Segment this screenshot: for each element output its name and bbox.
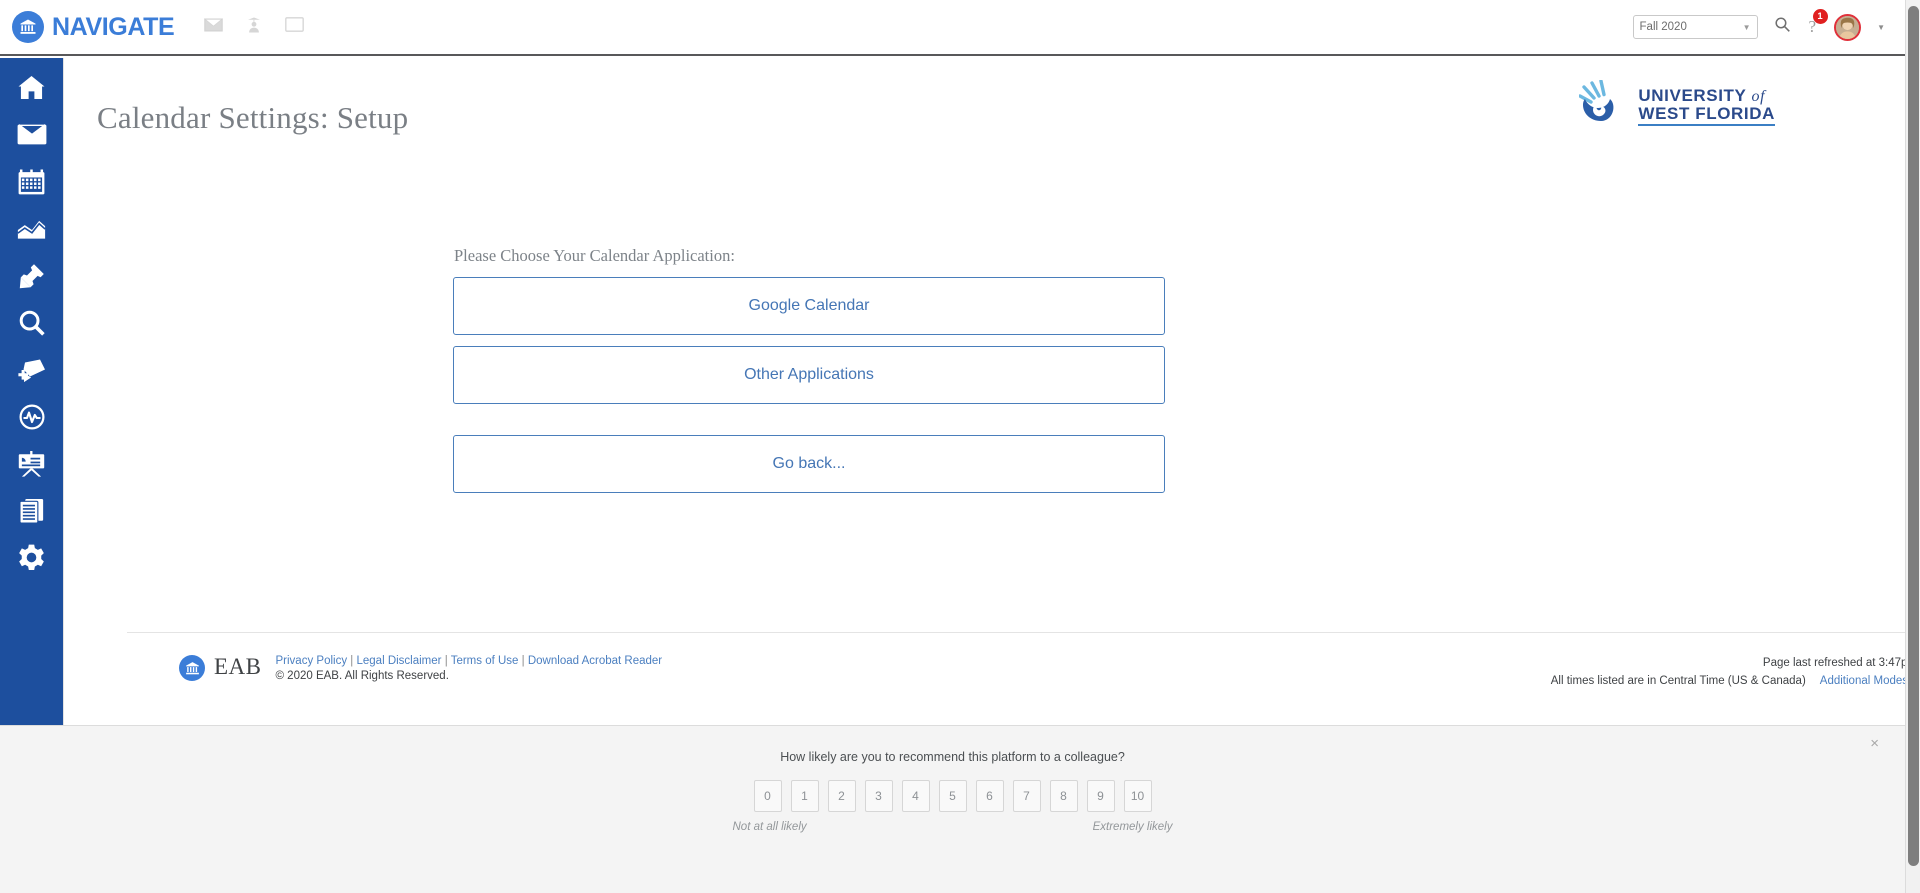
nps-option-9[interactable]: 9 [1086,780,1115,812]
pulse-circle-icon [19,404,45,435]
calendar-icon [18,168,45,200]
close-icon[interactable]: × [1870,736,1879,751]
institution-line1-b: of [1751,87,1766,105]
line-chart-icon [17,217,46,245]
header-quick-icons [203,16,305,39]
timezone-note: All times listed are in Central Time (US… [1550,674,1806,687]
other-applications-label: Other Applications [744,366,874,383]
sidebar-item-home[interactable] [12,74,52,106]
home-icon [18,75,45,105]
link-legal-disclaimer[interactable]: Legal Disclaimer [356,655,441,667]
gear-icon [18,544,45,576]
sidebar-item-settings[interactable] [12,544,52,576]
left-sidebar [0,58,63,725]
mail-icon[interactable] [203,18,224,37]
copyright-text: © 2020 EAB. All Rights Reserved. [275,670,449,682]
nps-question: How likely are you to recommend this pla… [780,750,1125,764]
help-notification-badge: 1 [1812,9,1828,24]
link-separator: | [350,655,354,667]
institution-name: UNIVERSITY of WEST FLORIDA [1638,85,1775,127]
nautilus-shell-icon [1578,79,1629,133]
header-right-controls: Fall 2020 ▼ ? 1 ▼ [1632,9,1905,41]
mail-envelope-icon [17,124,47,150]
help-button[interactable]: ? 1 [1807,9,1828,37]
nps-low-label: Not at all likely [732,821,807,833]
footer-links: Privacy Policy | Legal Disclaimer | Term… [276,655,663,667]
avatar[interactable] [1834,13,1862,41]
presentation-board-icon [18,450,45,482]
institution-line2: WEST FLORIDA [1638,105,1775,127]
nps-option-2[interactable]: 2 [827,780,856,812]
pushpin-icon [19,263,45,294]
nps-option-8[interactable]: 8 [1049,780,1078,812]
documents-stack-icon [19,498,44,529]
nps-option-3[interactable]: 3 [864,780,893,812]
additional-modes-dropdown[interactable]: Additional Modes ▾ [1820,673,1917,691]
footer-links-column: Privacy Policy | Legal Disclaimer | Term… [276,655,663,682]
link-separator: | [521,655,525,667]
vertical-scrollbar-thumb[interactable] [1908,6,1919,866]
magnifier-icon [19,310,45,341]
go-back-button[interactable]: Go back... [453,435,1165,493]
institution-logo: UNIVERSITY of WEST FLORIDA [1578,79,1775,133]
search-icon[interactable] [1774,16,1791,38]
chevron-down-icon[interactable]: ▼ [1877,23,1885,32]
sidebar-item-campaigns[interactable] [12,450,52,482]
nps-option-5[interactable]: 5 [938,780,967,812]
nps-option-7[interactable]: 7 [1012,780,1041,812]
sidebar-item-messages[interactable] [12,121,52,153]
link-terms-of-use[interactable]: Terms of Use [451,655,519,667]
sidebar-item-calendar[interactable] [12,168,52,200]
page-footer: EAB Privacy Policy | Legal Disclaimer | … [127,632,1920,725]
go-back-label: Go back... [772,455,846,472]
nps-survey-bar: × How likely are you to recommend this p… [0,725,1905,893]
sidebar-item-reports[interactable] [12,497,52,529]
term-select[interactable]: Fall 2020 ▼ [1632,15,1758,39]
sidebar-item-advanced-search[interactable] [12,309,52,341]
sidebar-item-add-note[interactable] [12,356,52,388]
footer-right: Page last refreshed at 3:47pm All times … [1551,655,1917,691]
chevron-down-icon: ▼ [1742,22,1751,32]
bank-building-icon [179,655,205,681]
nps-option-6[interactable]: 6 [975,780,1004,812]
nps-high-label: Extremely likely [1092,821,1173,833]
student-graduate-icon[interactable] [245,16,263,39]
sidebar-item-analytics[interactable] [12,215,52,247]
last-refreshed-text: Page last refreshed at 3:47pm [1762,657,1917,669]
bank-building-icon [12,11,44,43]
nps-scale-labels: Not at all likely Extremely likely [733,821,1173,833]
eab-wordmark: EAB [214,654,262,679]
top-header: NAVIGATE Fall 2020 ▼ ? 1 ▼ [0,0,1905,56]
other-applications-button[interactable]: Other Applications [453,346,1165,404]
link-privacy-policy[interactable]: Privacy Policy [276,655,348,667]
google-calendar-button[interactable]: Google Calendar [453,277,1165,335]
choose-calendar-prompt: Please Choose Your Calendar Application: [454,246,735,265]
nps-option-1[interactable]: 1 [790,780,819,812]
page-title: Calendar Settings: Setup [97,100,409,135]
additional-modes-label: Additional Modes [1819,674,1909,687]
brand-name: NAVIGATE [52,12,175,41]
institution-line1-a: UNIVERSITY [1638,85,1747,105]
nps-option-0[interactable]: 0 [753,780,782,812]
term-select-value: Fall 2020 [1639,21,1687,33]
bookmark-plus-icon [17,357,46,387]
nps-option-4[interactable]: 4 [901,780,930,812]
footer-left: EAB Privacy Policy | Legal Disclaimer | … [179,653,662,682]
google-calendar-label: Google Calendar [748,297,870,314]
choose-calendar-block: Please Choose Your Calendar Application:… [453,246,1165,504]
window-icon[interactable] [285,17,305,37]
main-content: Calendar Settings: Setup UNIVERSITY of W… [63,58,1920,725]
nps-option-10[interactable]: 10 [1123,780,1152,812]
sidebar-item-pinned[interactable] [12,262,52,294]
brand-logo[interactable]: NAVIGATE [12,11,175,43]
vertical-scrollbar-track[interactable] [1905,0,1920,893]
link-separator: | [444,655,448,667]
nps-scale: 0 1 2 3 4 5 6 7 8 9 10 [753,780,1152,812]
sidebar-item-activity-feed[interactable] [12,403,52,435]
link-download-acrobat-reader[interactable]: Download Acrobat Reader [528,655,662,667]
